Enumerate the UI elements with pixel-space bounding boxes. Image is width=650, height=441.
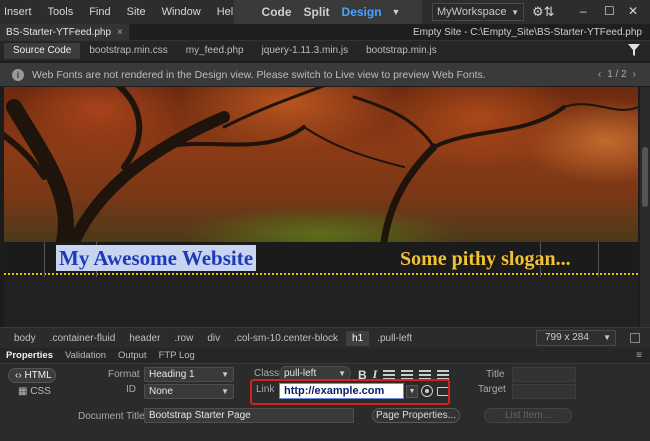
outdent-icon[interactable]	[419, 369, 432, 380]
workspace-switcher[interactable]: MyWorkspace ▼	[432, 3, 524, 21]
pager-count: 1 / 2	[607, 69, 627, 80]
related-file-jquery[interactable]: jquery-1.11.3.min.js	[253, 43, 358, 59]
filter-icon[interactable]	[628, 44, 640, 56]
sync-settings-icon[interactable]: ⚙⇅	[532, 4, 555, 20]
chevron-down-icon: ▼	[221, 387, 229, 396]
tag-div[interactable]: div	[201, 331, 226, 346]
info-message: Web Fonts are not rendered in the Design…	[32, 68, 486, 81]
panel-menu-icon[interactable]: ≡	[636, 350, 642, 361]
format-value: Heading 1	[149, 369, 195, 380]
view-mode-dropdown-icon[interactable]: ▼	[392, 7, 401, 17]
link-highlight-box	[250, 379, 450, 405]
related-file-bootstrap-css[interactable]: bootstrap.min.css	[80, 43, 176, 59]
hero-image[interactable]	[4, 87, 638, 242]
info-bar: i Web Fonts are not rendered in the Desi…	[0, 63, 650, 86]
next-arrow-icon[interactable]: ›	[633, 69, 636, 80]
site-path: Empty Site - C:\Empty_Site\BS-Starter-YT…	[413, 27, 642, 38]
target-label: Target	[478, 384, 506, 395]
id-select[interactable]: None ▼	[144, 384, 234, 399]
tag-body[interactable]: body	[8, 331, 42, 346]
design-view-button[interactable]: Design	[336, 5, 388, 19]
panel-tabs: Properties Validation Output FTP Log	[0, 348, 650, 364]
title-label: Title	[486, 369, 505, 380]
chevron-down-icon: ▼	[603, 333, 611, 342]
tab-properties[interactable]: Properties	[0, 348, 59, 364]
related-file-my-feed[interactable]: my_feed.php	[177, 43, 253, 59]
menu-tools[interactable]: Tools	[40, 0, 82, 24]
tab-ftp-log[interactable]: FTP Log	[153, 348, 201, 364]
list-item-button[interactable]: List Item...	[484, 408, 572, 423]
view-mode-switcher: Code Split Design ▼	[234, 0, 422, 24]
related-file-bootstrap-js[interactable]: bootstrap.min.js	[357, 43, 446, 59]
info-pager: ‹ 1 / 2 ›	[598, 63, 636, 86]
document-tab-bar: BS-Starter-YTFeed.php × Empty Site - C:\E…	[0, 24, 650, 41]
tag-col[interactable]: .col-sm-10.center-block	[228, 331, 344, 346]
ordered-list-icon[interactable]	[401, 369, 414, 380]
chevron-down-icon: ▼	[511, 7, 519, 17]
tab-output[interactable]: Output	[112, 348, 153, 364]
menu-find[interactable]: Find	[81, 0, 118, 24]
indent-icon[interactable]	[437, 369, 450, 380]
design-view[interactable]: My Awesome Website Some pithy slogan...	[0, 87, 650, 327]
document-title-input[interactable]: Bootstrap Starter Page	[144, 408, 354, 423]
page-properties-button[interactable]: Page Properties...	[372, 408, 460, 423]
chevron-down-icon: ▼	[221, 370, 229, 379]
maximize-icon[interactable]: ☐	[604, 4, 615, 18]
document-tab[interactable]: BS-Starter-YTFeed.php ×	[0, 24, 129, 41]
target-select[interactable]	[512, 384, 576, 399]
class-label: Class	[254, 368, 280, 379]
tree-branches	[4, 87, 638, 242]
id-value: None	[149, 386, 173, 397]
close-icon[interactable]: ✕	[628, 4, 638, 18]
class-value: pull-left	[284, 368, 317, 379]
scrollbar-thumb[interactable]	[642, 147, 648, 207]
slogan-text[interactable]: Some pithy slogan...	[400, 247, 571, 271]
css-mode-button[interactable]: ▦ CSS	[18, 386, 51, 397]
related-files-bar: Source Code bootstrap.min.css my_feed.ph…	[0, 41, 650, 61]
tag-container-fluid[interactable]: .container-fluid	[44, 331, 122, 346]
document-tab-label: BS-Starter-YTFeed.php	[6, 27, 112, 38]
tag-header[interactable]: header	[123, 331, 166, 346]
close-tab-icon[interactable]: ×	[117, 27, 123, 38]
site-title-heading[interactable]: My Awesome Website	[56, 245, 257, 271]
tag-h1[interactable]: h1	[346, 330, 370, 346]
prev-arrow-icon[interactable]: ‹	[598, 69, 601, 80]
title-input[interactable]	[512, 367, 576, 382]
tag-row[interactable]: .row	[168, 331, 199, 346]
unordered-list-icon[interactable]	[383, 369, 396, 380]
code-brackets-icon: ‹›	[15, 370, 22, 381]
workspace-label: MyWorkspace	[437, 6, 507, 18]
window-size-select[interactable]: 799 x 284 ▼	[536, 330, 616, 346]
tab-validation[interactable]: Validation	[59, 348, 112, 364]
format-select[interactable]: Heading 1 ▼	[144, 367, 234, 382]
vertical-scrollbar[interactable]	[640, 87, 650, 327]
html-mode-button[interactable]: ‹› HTML	[8, 368, 56, 383]
code-view-button[interactable]: Code	[256, 5, 298, 19]
menu-window[interactable]: Window	[154, 0, 209, 24]
tag-pull-left[interactable]: .pull-left	[371, 331, 418, 346]
preview-icon[interactable]	[630, 333, 640, 343]
document-title-label: Document Title	[78, 411, 145, 422]
minimize-icon[interactable]: –	[580, 4, 587, 18]
css-icon: ▦	[18, 386, 28, 397]
split-view-button[interactable]: Split	[298, 5, 336, 19]
related-file-source-code[interactable]: Source Code	[4, 43, 81, 59]
css-button-label: CSS	[30, 386, 51, 397]
menu-site[interactable]: Site	[119, 0, 154, 24]
format-label: Format	[108, 369, 140, 380]
info-icon: i	[12, 68, 24, 81]
content-area[interactable]	[4, 277, 638, 327]
id-label: ID	[126, 384, 136, 395]
html-button-label: HTML	[24, 370, 52, 381]
window-size-value: 799 x 284	[545, 332, 589, 343]
properties-panel: ‹› HTML ▦ CSS Format Heading 1 ▼ ID None…	[0, 364, 650, 441]
menu-insert[interactable]: Insert	[0, 0, 40, 24]
